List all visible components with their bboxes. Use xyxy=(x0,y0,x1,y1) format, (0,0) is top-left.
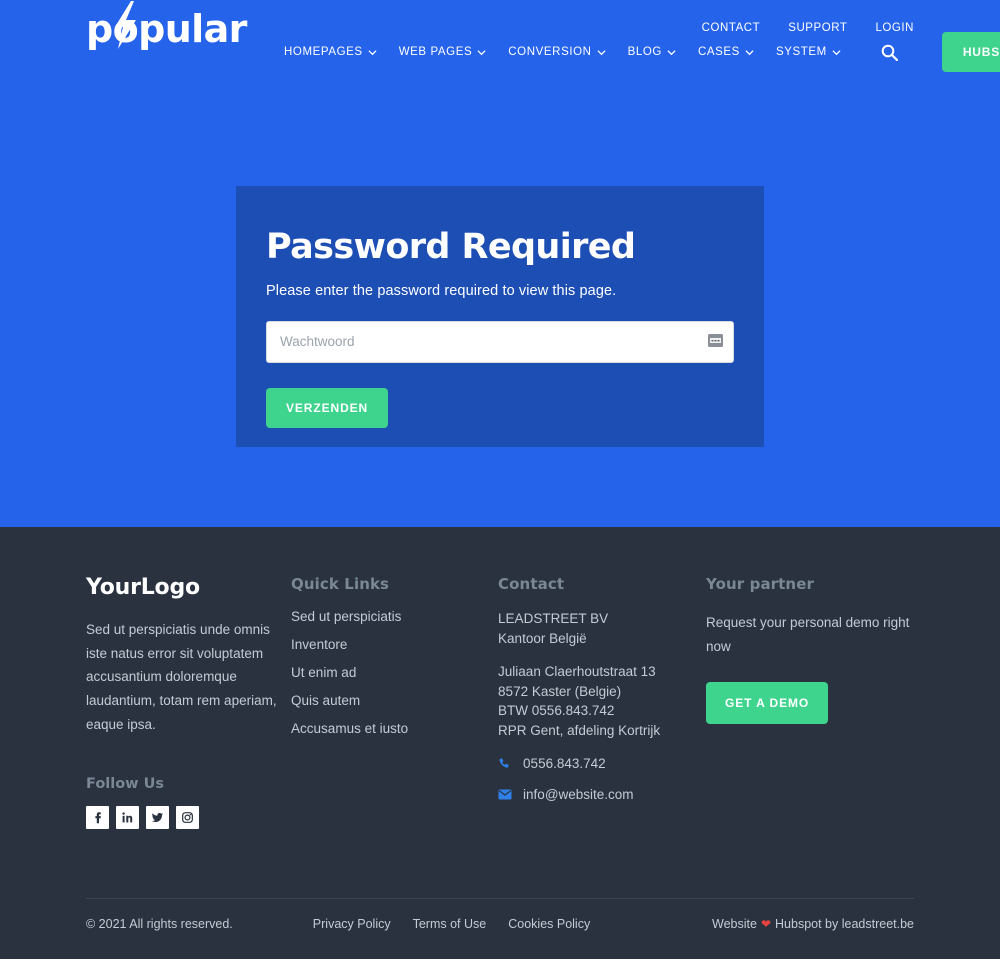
nav-item-web-pages[interactable]: WEB PAGES xyxy=(399,46,487,58)
card-subtitle: Please enter the password required to vi… xyxy=(266,282,617,299)
get-a-demo-button[interactable]: GET A DEMO xyxy=(706,682,829,725)
address-registry: RPR Gent, afdeling Kortrijk xyxy=(498,722,661,738)
page-root: CONTACT SUPPORT LOGIN popular HOMEPAGES … xyxy=(0,0,1000,959)
nav-label: CASES xyxy=(697,46,740,58)
nav-item-system[interactable]: SYSTEM xyxy=(776,46,841,58)
main-navbar: popular HOMEPAGES WEB PAGES CONVERSION B… xyxy=(0,1,1000,84)
nav-item-homepages[interactable]: HOMEPAGES xyxy=(284,46,377,58)
address-vat: BTW 0556.843.742 xyxy=(498,703,615,719)
contact-heading: Contact xyxy=(498,575,565,593)
hubspot-demo-button[interactable]: HUBSPOT DEMO xyxy=(941,32,1000,72)
quick-links-heading: Quick Links xyxy=(291,575,390,593)
contact-phone: 0556.843.742 xyxy=(523,756,606,772)
company-name: LEADSTREET BV xyxy=(498,611,609,626)
chevron-down-icon xyxy=(667,49,676,55)
password-input[interactable] xyxy=(266,320,734,363)
quick-link-item[interactable]: Quis autem xyxy=(291,693,498,708)
nav-label: WEB PAGES xyxy=(398,46,473,58)
password-manager-icon[interactable] xyxy=(707,333,724,348)
footer-brand-column: YourLogo Sed ut perspiciatis unde omnis … xyxy=(86,575,291,830)
instagram-icon[interactable] xyxy=(176,806,199,830)
heart-icon: ❤ xyxy=(760,917,772,931)
footer-quick-links-column: Quick Links Sed ut perspiciatis Inventor… xyxy=(291,575,498,829)
quick-link-item[interactable]: Inventore xyxy=(291,637,498,652)
phone-icon xyxy=(499,758,509,768)
quick-link-item[interactable]: Accusamus et iusto xyxy=(291,721,498,736)
footer-divider xyxy=(86,898,914,899)
footer: YourLogo Sed ut perspiciatis unde omnis … xyxy=(0,527,1000,959)
address-street: Juliaan Claerhoutstraat 13 xyxy=(498,664,656,680)
chevron-down-icon xyxy=(745,49,754,55)
chevron-down-icon xyxy=(832,49,841,55)
site-credit: Website ❤ Hubspot by leadstreet.be xyxy=(712,917,914,931)
hero-section: CONTACT SUPPORT LOGIN popular HOMEPAGES … xyxy=(0,0,1000,527)
nav-item-cases[interactable]: CASES xyxy=(698,46,754,58)
social-links xyxy=(86,806,291,830)
logo-text: popular xyxy=(86,7,247,51)
nav-items: HOMEPAGES WEB PAGES CONVERSION BLOG CASE… xyxy=(284,32,1000,72)
lightning-bolt-icon xyxy=(115,1,136,49)
credit-prefix: Website xyxy=(712,917,757,931)
page-title: Password Required xyxy=(266,227,636,267)
linkedin-icon[interactable] xyxy=(116,806,139,830)
contact-email: info@website.com xyxy=(523,787,634,803)
submit-button[interactable]: VERZENDEN xyxy=(266,387,389,428)
facebook-icon[interactable] xyxy=(86,806,109,830)
terms-of-use-link[interactable]: Terms of Use xyxy=(413,917,487,931)
search-icon[interactable] xyxy=(881,44,898,61)
copyright-text: © 2021 All rights reserved. xyxy=(86,917,233,931)
contact-email-row[interactable]: info@website.com xyxy=(498,787,706,802)
nav-label: CONVERSION xyxy=(508,46,592,58)
footer-partner-column: Your partner Request your personal demo … xyxy=(706,575,914,829)
footer-bottom-bar: © 2021 All rights reserved. Privacy Poli… xyxy=(86,917,914,931)
nav-label: BLOG xyxy=(627,46,662,58)
partner-heading: Your partner xyxy=(706,575,814,593)
quick-link-item[interactable]: Ut enim ad xyxy=(291,665,498,680)
nav-item-blog[interactable]: BLOG xyxy=(628,46,676,58)
nav-item-conversion[interactable]: CONVERSION xyxy=(508,46,606,58)
company-office: Kantoor België xyxy=(498,630,587,646)
address-city: 8572 Kaster (Belgie) xyxy=(498,683,622,699)
follow-us-heading: Follow Us xyxy=(86,776,165,793)
footer-logo: YourLogo xyxy=(86,575,200,600)
site-logo[interactable]: popular xyxy=(86,1,247,51)
footer-description: Sed ut perspiciatis unde omnis iste natu… xyxy=(86,622,277,732)
footer-contact-column: Contact LEADSTREET BV Kantoor België Jul… xyxy=(498,575,706,829)
contact-address: Juliaan Claerhoutstraat 13 8572 Kaster (… xyxy=(498,662,706,740)
quick-links-list: Sed ut perspiciatis Inventore Ut enim ad… xyxy=(291,609,498,736)
envelope-icon xyxy=(498,789,512,800)
chevron-down-icon xyxy=(597,49,606,55)
twitter-icon[interactable] xyxy=(146,806,169,830)
chevron-down-icon xyxy=(477,49,486,55)
contact-phone-row[interactable]: 0556.843.742 xyxy=(498,756,706,771)
cookies-policy-link[interactable]: Cookies Policy xyxy=(508,917,590,931)
nav-label: SYSTEM xyxy=(775,46,827,58)
footer-columns: YourLogo Sed ut perspiciatis unde omnis … xyxy=(86,527,914,830)
privacy-policy-link[interactable]: Privacy Policy xyxy=(313,917,391,931)
password-field-wrapper xyxy=(266,320,734,363)
contact-company: LEADSTREET BV Kantoor België xyxy=(498,609,706,648)
chevron-down-icon xyxy=(368,49,377,55)
partner-text: Request your personal demo right now xyxy=(706,615,910,654)
quick-link-item[interactable]: Sed ut perspiciatis xyxy=(291,609,498,624)
password-card: Password Required Please enter the passw… xyxy=(236,186,764,447)
nav-label: HOMEPAGES xyxy=(284,46,363,58)
credit-suffix[interactable]: Hubspot by leadstreet.be xyxy=(775,917,914,931)
policy-links: Privacy Policy Terms of Use Cookies Poli… xyxy=(313,917,590,931)
